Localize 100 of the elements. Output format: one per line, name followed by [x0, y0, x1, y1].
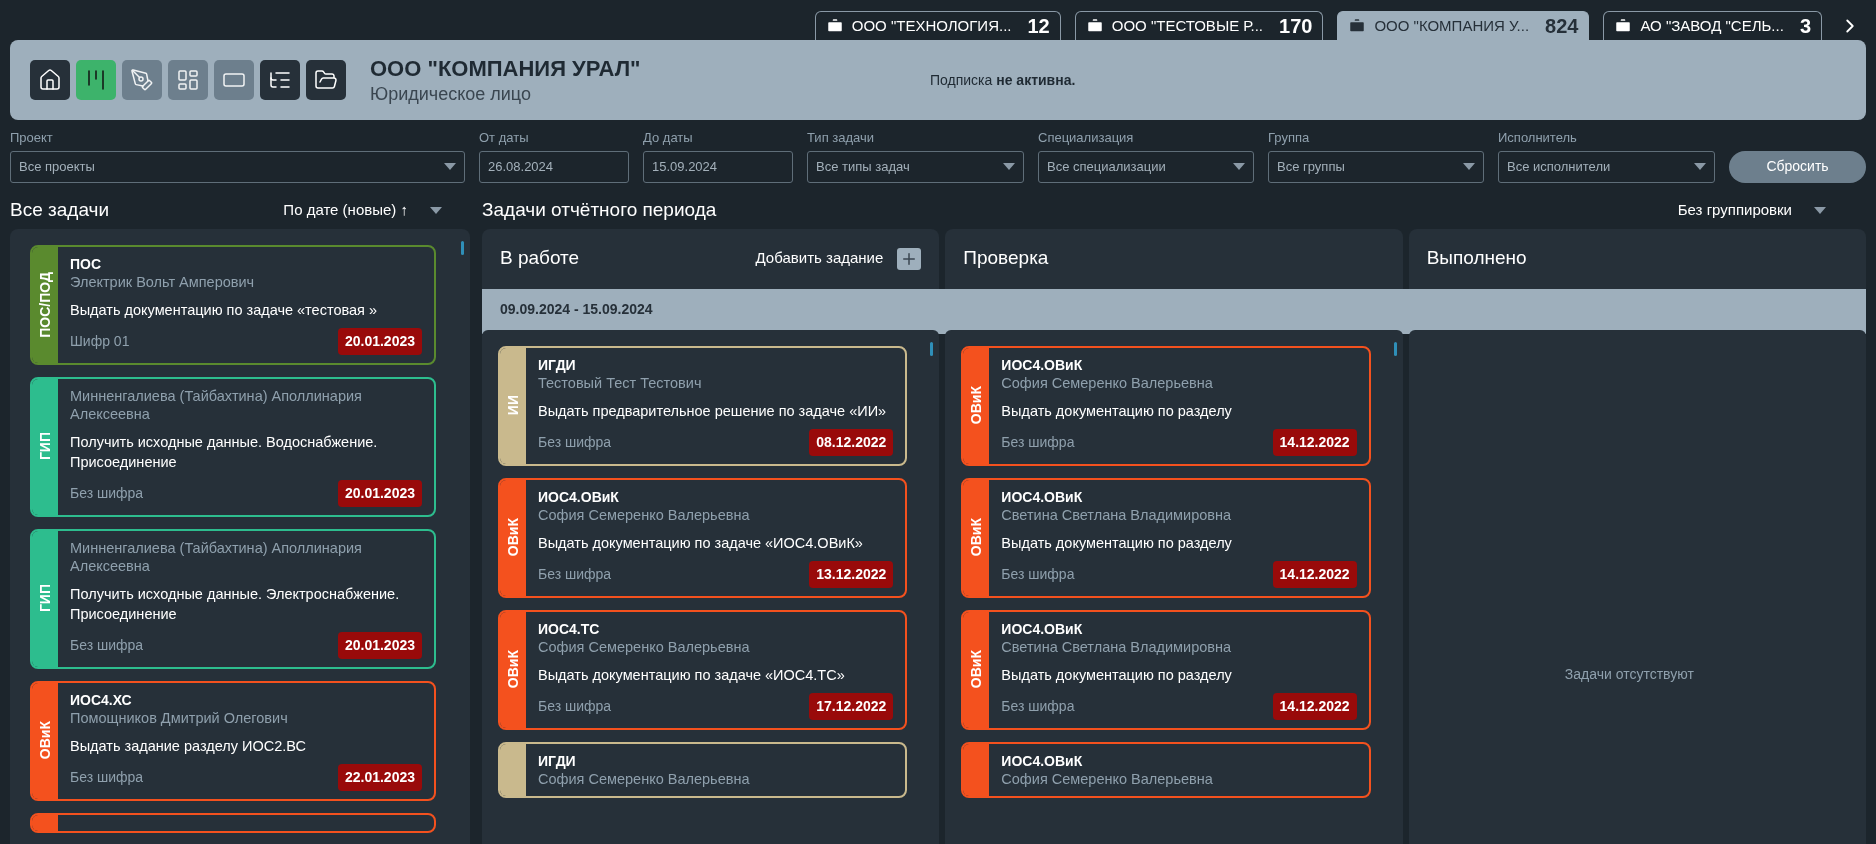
- section-title: Задачи отчётного периода: [482, 198, 717, 223]
- dropdown-caret-icon: [1463, 163, 1475, 170]
- task-code: ПОС: [70, 254, 103, 273]
- company-tab[interactable]: ООО "ТЕХНОЛОГИЯ... 12: [814, 11, 1061, 40]
- pen-icon: [130, 68, 154, 92]
- task-code: ИОС4.ХС: [70, 690, 133, 709]
- scrollbar-thumb[interactable]: [1393, 341, 1397, 356]
- dropdown-caret-icon: [1003, 163, 1015, 170]
- task-code: ИОС4.ОВиК: [1001, 355, 1084, 374]
- nav-button[interactable]: [306, 60, 346, 100]
- due-date-badge: 14.12.2022: [1272, 560, 1357, 588]
- company-tab[interactable]: ООО "ТЕСТОВЫЕ Р... 170: [1074, 11, 1324, 40]
- scrollbar-thumb[interactable]: [461, 240, 464, 255]
- assignee-name: Помощников Дмитрий Олегович: [70, 708, 289, 727]
- task-description: Выдать документацию по разделу: [1001, 533, 1233, 553]
- nav-button[interactable]: [30, 60, 70, 100]
- filter-label: От даты: [479, 129, 530, 147]
- filter-label: Специализация: [1038, 129, 1135, 147]
- assignee-name: Минненгалиева (Тайбахтина) Аполлинария Алексеевна: [70, 538, 363, 575]
- filter-label: Исполнитель: [1498, 129, 1578, 147]
- assignee-name: София Семеренко Валерьевна: [1001, 769, 1214, 788]
- company-tab[interactable]: АО "ЗАВОД "СЕЛЬ... 3: [1603, 11, 1822, 40]
- category-label: ГИП: [35, 432, 54, 461]
- assignee-name: Тестовый Тест Тестович: [538, 373, 703, 392]
- cipher-text: Без шифра: [538, 564, 612, 584]
- task-card[interactable]: ИГДИ София Семеренко Валерьевна: [498, 741, 908, 798]
- category-strip: [963, 743, 990, 796]
- due-date-badge: 08.12.2022: [809, 428, 894, 456]
- task-card[interactable]: ГИП Минненгалиева (Тайбахтина) Аполлинария Алексеевна Получить исходные данные. Водоснабжение. Присоединение Без шифра 20.01.2023: [30, 376, 436, 517]
- scrollbar-thumb[interactable]: [930, 341, 934, 356]
- category-label: ГИП: [35, 584, 54, 613]
- task-code: ИГДИ: [538, 355, 577, 374]
- due-date-badge: 20.01.2023: [337, 327, 422, 355]
- category-label: ОВиК: [503, 518, 522, 557]
- task-card[interactable]: ИОС4.ОВиК София Семеренко Валерьевна: [961, 741, 1371, 798]
- assignee-name: Светина Светлана Владимировна: [1001, 637, 1233, 656]
- subscription-status: Подписка не активна.: [930, 70, 1076, 90]
- filter-label: До даты: [643, 129, 694, 147]
- task-description: Выдать задание разделу ИОС2.ВС: [70, 736, 307, 756]
- cipher-text: Без шифра: [538, 696, 612, 716]
- date-field[interactable]: 26.08.2024: [479, 150, 629, 183]
- briefcase-icon: [1085, 17, 1104, 35]
- assignee-name: София Семеренко Валерьевна: [538, 769, 751, 788]
- grouping-dropdown[interactable]: Без группировки: [1677, 199, 1826, 222]
- category-label: ИИ: [503, 395, 522, 416]
- task-card[interactable]: ГИП Минненгалиева (Тайбахтина) Аполлинария Алексеевна Получить исходные данные. Электроснабжение. Присоединение Без шифра 20.01.2023: [30, 528, 436, 669]
- category-strip: [32, 814, 58, 831]
- nav-button[interactable]: [260, 60, 300, 100]
- select-field[interactable]: Все исполнители: [1498, 150, 1715, 183]
- briefcase-icon: [1348, 17, 1367, 35]
- assignee-name: Светина Светлана Владимировна: [1001, 505, 1233, 524]
- task-card[interactable]: ОВиК ИОС4.ОВиК Светина Светлана Владимировна Выдать документацию по разделу Без шифра 14.12.2022: [961, 477, 1371, 598]
- task-description: Выдать документацию по задаче «ИОС4.ТС»: [538, 665, 846, 685]
- dropdown-caret-icon: [1694, 163, 1706, 170]
- due-date-badge: 13.12.2022: [809, 560, 894, 588]
- dropdown-caret-icon: [430, 207, 442, 214]
- date-field[interactable]: 15.09.2024: [643, 150, 793, 183]
- cipher-text: Без шифра: [70, 635, 144, 655]
- task-card[interactable]: ОВиК ИОС4.ТС София Семеренко Валерьевна Выдать документацию по задаче «ИОС4.ТС» Без шифра 17.12.2022: [498, 609, 908, 730]
- company-name: ООО "КОМПАНИЯ УРАЛ": [370, 55, 642, 83]
- task-code: ИГДИ: [538, 751, 577, 770]
- cipher-text: Без шифра: [1001, 696, 1075, 716]
- date-range: 09.09.2024 - 15.09.2024: [500, 299, 653, 319]
- filter-label: Тип задачи: [807, 129, 876, 147]
- cipher-text: Без шифра: [70, 483, 144, 503]
- sort-dropdown[interactable]: По дате (новые) ↑: [283, 199, 442, 222]
- task-card[interactable]: [30, 812, 436, 833]
- due-date-badge: 20.01.2023: [337, 479, 422, 507]
- assignee-name: София Семеренко Валерьевна: [538, 505, 751, 524]
- select-field[interactable]: Все специализации: [1038, 150, 1254, 183]
- company-tab[interactable]: ООО "КОМПАНИЯ У... 824: [1337, 11, 1590, 40]
- category-label: ОВиК: [966, 518, 985, 557]
- category-strip: [500, 743, 526, 796]
- task-card[interactable]: ИИ ИГДИ Тестовый Тест Тестович Выдать предварительное решение по задаче «ИИ» Без шифра 08.12.2022: [498, 345, 908, 466]
- briefcase-icon: [825, 17, 844, 35]
- task-card[interactable]: ПОС/ПОД ПОС Электрик Вольт Амперович Выдать документацию по задаче «тестовая » Шифр 01 20.01.2023: [30, 244, 436, 365]
- nav-button[interactable]: [76, 60, 116, 100]
- home-icon: [38, 68, 62, 92]
- task-description: Выдать документацию по разделу: [1001, 665, 1233, 685]
- task-card[interactable]: ОВиК ИОС4.ОВиК София Семеренко Валерьевна Выдать документацию по задаче «ИОС4.ОВиК» Без шифра 13.12.2022: [498, 477, 908, 598]
- task-card[interactable]: ОВиК ИОС4.ОВиК Светина Светлана Владимировна Выдать документацию по разделу Без шифра 14.12.2022: [961, 609, 1371, 730]
- assignee-name: София Семеренко Валерьевна: [538, 637, 751, 656]
- assignee-name: Электрик Вольт Амперович: [70, 272, 256, 291]
- task-code: ИОС4.ОВиК: [1001, 619, 1084, 638]
- filter-label: Группа: [1268, 129, 1311, 147]
- reset-button[interactable]: Сбросить: [1729, 150, 1866, 183]
- category-label: ОВиК: [503, 650, 522, 689]
- due-date-badge: 22.01.2023: [337, 763, 422, 791]
- folder-icon: [314, 68, 338, 92]
- select-field[interactable]: Все типы задач: [807, 150, 1024, 183]
- empty-message: Задачи отсутствуют: [1563, 664, 1695, 684]
- dropdown-caret-icon: [444, 163, 456, 170]
- assignee-name: София Семеренко Валерьевна: [1001, 373, 1214, 392]
- task-card[interactable]: ОВиК ИОС4.ХС Помощников Дмитрий Олегович Выдать задание разделу ИОС2.ВС Без шифра 22.01.2023: [30, 680, 436, 801]
- task-card[interactable]: ОВиК ИОС4.ОВиК София Семеренко Валерьевна Выдать документацию по разделу Без шифра 14.12.2022: [961, 345, 1371, 466]
- task-description: Получить исходные данные. Водоснабжение. Присоединение: [70, 432, 379, 472]
- add-task-button[interactable]: Добавить задание: [755, 247, 922, 270]
- select-field[interactable]: Все проекты: [10, 150, 465, 183]
- select-field[interactable]: Все группы: [1268, 150, 1484, 183]
- cipher-text: Без шифра: [1001, 564, 1075, 584]
